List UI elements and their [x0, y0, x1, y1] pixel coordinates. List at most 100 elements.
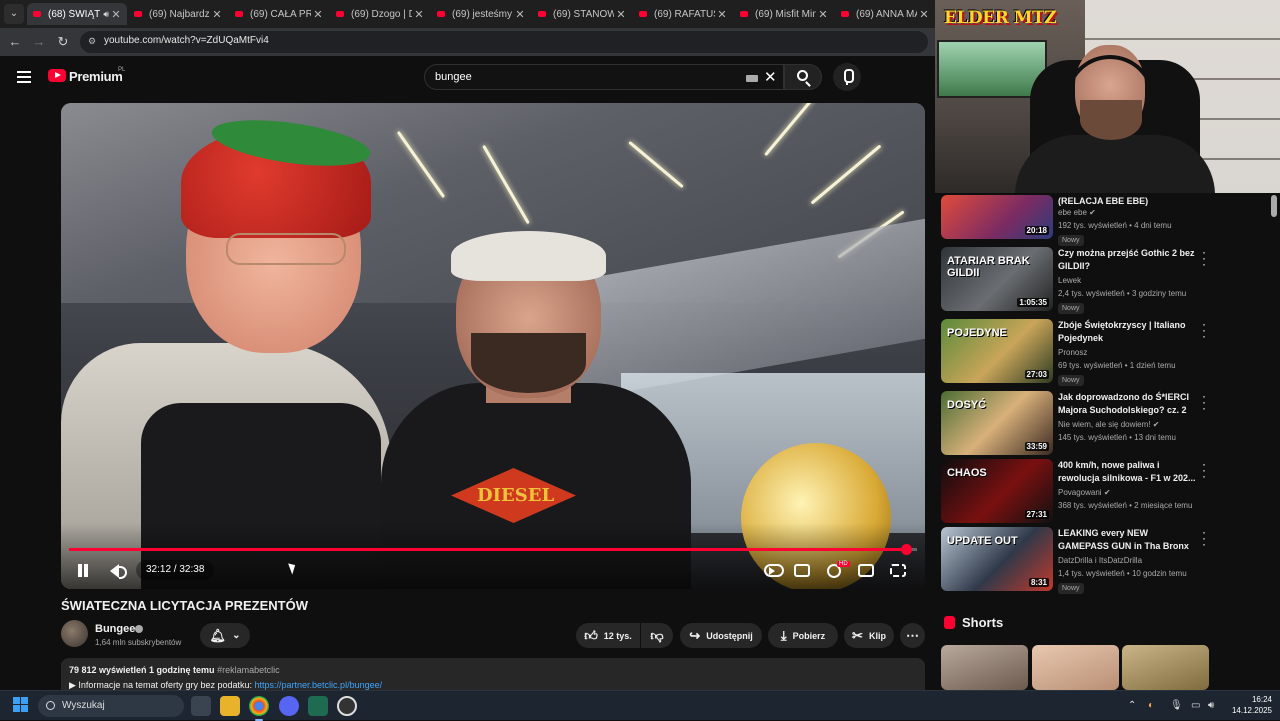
- more-options-icon[interactable]: · · ·: [1197, 458, 1211, 482]
- tray-app-icon[interactable]: ◐: [1148, 700, 1154, 711]
- video-thumbnail[interactable]: ATARIAR BRAK GILDII 1:05:35: [941, 247, 1053, 311]
- recommended-video[interactable]: 20:18 (RELACJA EBE EBE) ebe ebe ✔ 192 tys. …: [941, 195, 1271, 246]
- recommended-video[interactable]: ATARIAR BRAK GILDII 1:05:35 Czy można prze…: [941, 246, 1271, 314]
- video-title[interactable]: Zbóje Świętokrzyscy | Italiano Pojedynek: [1058, 319, 1198, 345]
- browser-tab[interactable]: (69) jesteśmy o✕: [431, 3, 531, 25]
- volume-icon[interactable]: 🔊︎: [1208, 700, 1214, 711]
- video-title[interactable]: Jak doprowadzono do Ś*IERCI Majora Sucho…: [1058, 391, 1198, 417]
- video-thumbnail[interactable]: CHAOS 27:31: [941, 459, 1053, 523]
- video-title[interactable]: 400 km/h, nowe paliwa i rewolucja silnik…: [1058, 459, 1198, 485]
- recommended-video[interactable]: DOSYĆ 33:59 Jak doprowadzono do Ś*IERCI Ma…: [941, 390, 1271, 455]
- settings-button[interactable]: HD: [823, 561, 850, 581]
- more-actions-button[interactable]: ⋯: [900, 623, 925, 648]
- theater-mode-button[interactable]: [855, 561, 877, 581]
- clear-search-icon[interactable]: ✕: [764, 68, 777, 86]
- recommended-video[interactable]: UPDATE OUT 8:31 LEAKING every NEW GAMEPASS…: [941, 526, 1271, 594]
- close-tab-icon[interactable]: ✕: [210, 8, 224, 21]
- subtitles-button[interactable]: [791, 561, 813, 581]
- more-options-icon[interactable]: · · ·: [1197, 246, 1211, 270]
- clip-button[interactable]: ✂ Klip: [844, 623, 894, 648]
- task-view-icon[interactable]: [191, 696, 211, 716]
- download-button[interactable]: ⤓ Pobierz: [768, 623, 838, 648]
- recommended-video[interactable]: CHAOS 27:31 400 km/h, nowe paliwa i rewolu…: [941, 458, 1271, 523]
- video-channel[interactable]: DatzDrilla i ItsDatzDrilla: [1058, 556, 1142, 565]
- tab-search-button[interactable]: ⌄: [4, 4, 24, 24]
- fullscreen-button[interactable]: [887, 561, 909, 581]
- chrome-icon[interactable]: [249, 696, 269, 721]
- search-button[interactable]: [784, 64, 822, 90]
- forward-button[interactable]: →: [30, 33, 48, 51]
- close-tab-icon[interactable]: ✕: [917, 8, 931, 21]
- description-link[interactable]: https://partner.betclic.pl/bungee/: [255, 680, 383, 690]
- video-title[interactable]: (RELACJA EBE EBE): [1058, 195, 1198, 208]
- browser-tab[interactable]: (69) RAFATUS -✕: [633, 3, 733, 25]
- video-channel[interactable]: Lewek: [1058, 276, 1081, 285]
- more-options-icon[interactable]: · · ·: [1197, 318, 1211, 342]
- video-thumbnail[interactable]: UPDATE OUT 8:31: [941, 527, 1053, 591]
- short-thumbnail[interactable]: [941, 645, 1028, 690]
- keyboard-icon[interactable]: [746, 75, 758, 82]
- search-input[interactable]: bungee ✕: [424, 64, 784, 90]
- back-button[interactable]: ←: [6, 33, 24, 51]
- channel-avatar[interactable]: [61, 620, 88, 647]
- video-channel[interactable]: ebe ebe ✔: [1058, 208, 1096, 217]
- tray-chevron-icon[interactable]: ⌃: [1128, 700, 1136, 711]
- file-explorer-icon[interactable]: [220, 696, 240, 716]
- more-options-icon[interactable]: · · ·: [1197, 390, 1211, 414]
- hashtag[interactable]: #reklamabetclic: [217, 665, 280, 675]
- browser-tab[interactable]: (69) Misfit Mini ✕: [734, 3, 834, 25]
- close-tab-icon[interactable]: ✕: [311, 8, 325, 21]
- pause-button[interactable]: [76, 561, 90, 581]
- video-player[interactable]: DIESEL 32:12 / 32:38 HD: [61, 103, 925, 589]
- terminal-icon[interactable]: [308, 696, 328, 716]
- mute-button[interactable]: [109, 561, 127, 581]
- short-thumbnail[interactable]: [1032, 645, 1119, 690]
- browser-tab[interactable]: (69) ANNA MA ✕: [835, 3, 935, 25]
- video-thumbnail[interactable]: POJEDYNE 27:03: [941, 319, 1053, 383]
- discord-icon[interactable]: [279, 696, 299, 716]
- windows-start-icon[interactable]: [13, 697, 29, 713]
- address-bar[interactable]: ⚙ youtube.com/watch?v=ZdUQaMtFvi4: [80, 31, 928, 53]
- dislike-button[interactable]: 👎︎: [641, 623, 673, 648]
- autoplay-toggle[interactable]: [763, 561, 785, 581]
- browser-tab[interactable]: (69) Najbardzie✕: [128, 3, 228, 25]
- taskbar-clock[interactable]: 16:24 14.12.2025: [1228, 694, 1272, 716]
- like-button[interactable]: 👍︎ 12 tys.: [576, 623, 640, 648]
- network-icon[interactable]: ▭: [1191, 700, 1200, 711]
- voice-search-button[interactable]: [833, 63, 861, 91]
- progress-scrubber[interactable]: [900, 544, 912, 555]
- video-thumbnail[interactable]: 20:18: [941, 195, 1053, 239]
- progress-bar[interactable]: [69, 544, 917, 555]
- taskbar-search[interactable]: Wyszukaj: [38, 695, 184, 717]
- close-tab-icon[interactable]: ✕: [513, 8, 527, 21]
- video-title[interactable]: LEAKING every NEW GAMEPASS GUN in Tha Br…: [1058, 527, 1198, 553]
- close-tab-icon[interactable]: ✕: [715, 8, 729, 21]
- video-channel[interactable]: Pronosz: [1058, 348, 1087, 357]
- youtube-logo-icon[interactable]: [48, 69, 66, 82]
- youtube-logo-text[interactable]: Premium: [69, 69, 123, 84]
- more-options-icon[interactable]: · · ·: [1197, 526, 1211, 550]
- sidebar-scrollbar[interactable]: [1271, 195, 1277, 217]
- browser-tab[interactable]: (69) Dzogo | D ✕: [330, 3, 430, 25]
- menu-icon[interactable]: [17, 71, 31, 83]
- close-tab-icon[interactable]: ✕: [412, 8, 426, 21]
- video-title[interactable]: Czy można przejść Gothic 2 bez GILDII?: [1058, 247, 1198, 273]
- close-tab-icon[interactable]: ✕: [614, 8, 628, 21]
- reload-button[interactable]: ↻: [54, 33, 72, 51]
- notifications-button[interactable]: 🔔︎ ⌄: [200, 623, 250, 648]
- video-channel[interactable]: Povagowani ✔: [1058, 488, 1111, 497]
- obs-icon[interactable]: [337, 696, 357, 716]
- site-info-icon[interactable]: ⚙: [88, 36, 98, 46]
- channel-name[interactable]: Bungee: [95, 623, 135, 635]
- browser-tab[interactable]: (68) ŚWIĄTE 🔊︎ ✕: [27, 3, 127, 25]
- video-channel[interactable]: Nie wiem, ale się dowiem! ✔: [1058, 420, 1159, 429]
- video-thumbnail[interactable]: DOSYĆ 33:59: [941, 391, 1053, 455]
- share-button[interactable]: ↪ Udostępnij: [680, 623, 762, 648]
- short-thumbnail[interactable]: [1122, 645, 1209, 690]
- browser-tab[interactable]: (69) CAŁA PRA✕: [229, 3, 329, 25]
- browser-tab[interactable]: (69) STANOWS✕: [532, 3, 632, 25]
- recommended-video[interactable]: POJEDYNE 27:03 Zbóje Świętokrzyscy | Itali…: [941, 318, 1271, 386]
- microphone-icon[interactable]: 🎙︎: [1170, 700, 1183, 711]
- close-tab-icon[interactable]: ✕: [109, 8, 123, 21]
- close-tab-icon[interactable]: ✕: [816, 8, 830, 21]
